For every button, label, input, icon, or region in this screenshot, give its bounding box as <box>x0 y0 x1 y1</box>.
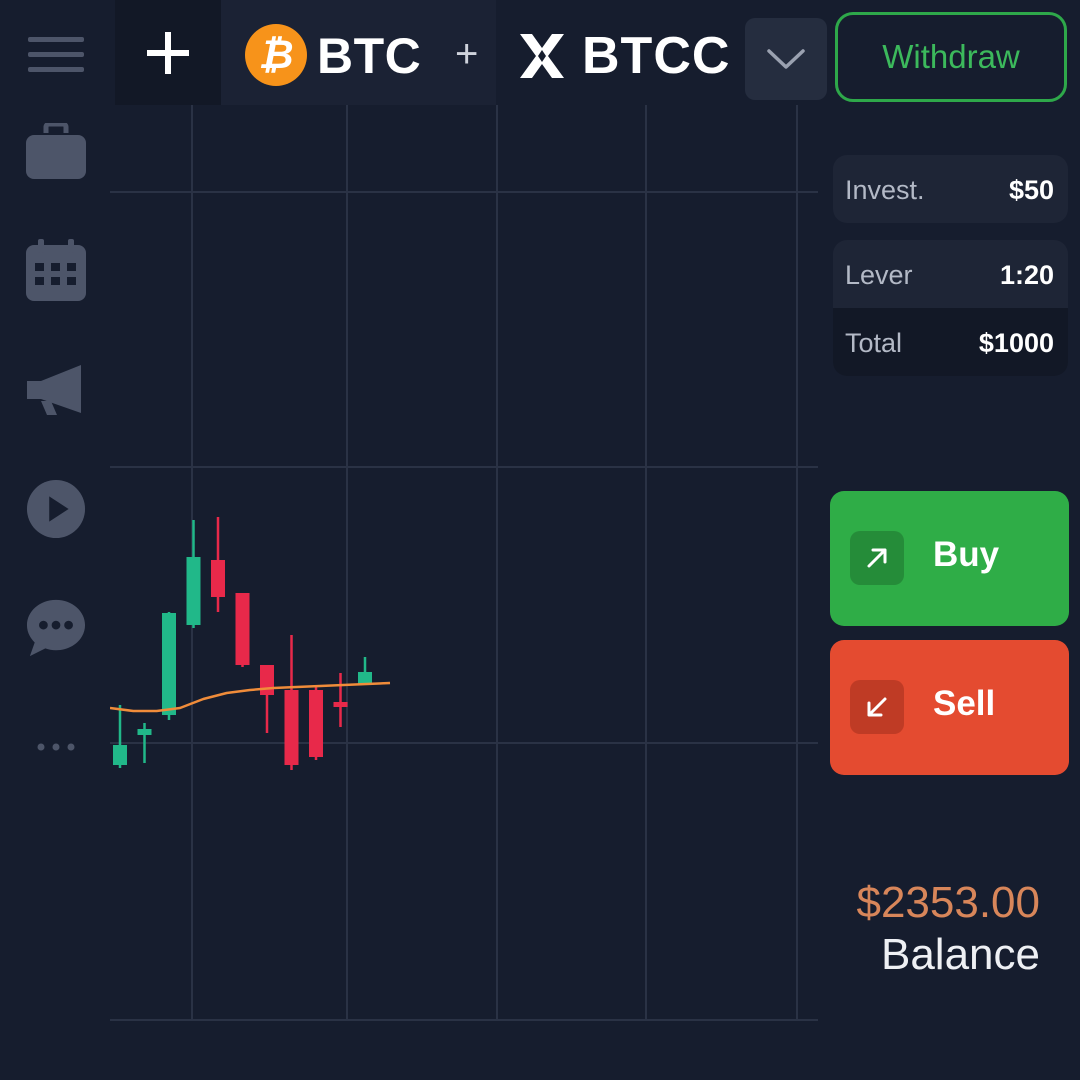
btcc-logo-icon <box>520 34 564 78</box>
total-value: $1000 <box>978 328 1054 358</box>
candle-down <box>309 690 323 757</box>
brand-label: BTCC <box>582 27 731 85</box>
more-icon[interactable] <box>26 740 86 754</box>
asset-label: BTC <box>317 28 422 84</box>
candle-up <box>113 745 127 765</box>
arrow-up-right-icon <box>850 531 904 585</box>
add-asset-button[interactable] <box>115 0 221 105</box>
chevron-down-icon <box>767 49 805 69</box>
chat-icon[interactable] <box>26 596 86 660</box>
candle-up <box>162 613 176 715</box>
invest-field[interactable]: Invest. $50 <box>833 155 1068 223</box>
menu-icon[interactable] <box>26 32 86 78</box>
play-icon[interactable] <box>26 478 86 540</box>
arrow-down-left-icon <box>850 680 904 734</box>
megaphone-icon[interactable] <box>26 362 86 418</box>
lever-field[interactable]: Lever 1:20 <box>833 240 1068 308</box>
candle-down <box>235 593 250 665</box>
sell-button[interactable]: Sell <box>830 640 1069 775</box>
candle-up <box>137 729 152 735</box>
calendar-icon[interactable] <box>26 238 86 302</box>
briefcase-icon[interactable] <box>26 122 86 182</box>
total-field: Total $1000 <box>833 308 1068 376</box>
bitcoin-icon: ₿ <box>245 24 307 86</box>
balance-amount: $2353.00 <box>856 878 1040 927</box>
candle-down <box>333 702 348 707</box>
lever-value: 1:20 <box>999 260 1054 290</box>
buy-button[interactable]: Buy <box>830 491 1069 626</box>
leverage-panel: Lever 1:20 Total $1000 <box>833 240 1068 376</box>
balance-label: Balance <box>880 930 1040 979</box>
plus-icon <box>147 31 189 74</box>
candle-down <box>284 690 299 765</box>
asset-dropdown-button[interactable] <box>745 18 827 100</box>
price-chart[interactable] <box>110 105 822 1025</box>
total-label: Total <box>845 328 903 358</box>
plus-sign: + <box>455 32 479 76</box>
candles <box>113 517 372 770</box>
candle-up <box>186 557 201 625</box>
invest-value: $50 <box>1008 175 1054 205</box>
buy-label: Buy <box>933 535 1000 574</box>
candle-down <box>211 560 225 597</box>
sell-label: Sell <box>933 684 996 723</box>
candle-down <box>260 665 274 695</box>
withdraw-button[interactable]: Withdraw <box>835 12 1067 102</box>
lever-label: Lever <box>845 260 913 290</box>
invest-label: Invest. <box>845 175 925 205</box>
